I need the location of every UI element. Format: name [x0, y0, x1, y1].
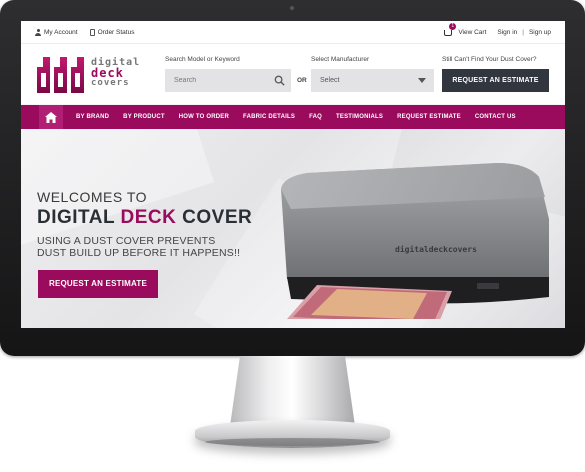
nav-item-contact-us[interactable]: CONTACT US — [468, 114, 523, 120]
nav-item-by-product[interactable]: BY PRODUCT — [116, 114, 172, 120]
website-screen: My Account Order Status 1 View Cart Sign… — [21, 21, 565, 328]
search-label: Search Model or Keyword — [165, 56, 240, 63]
manufacturer-selected-value: Select — [320, 77, 340, 84]
hero-request-estimate-button[interactable]: REQUEST AN ESTIMATE — [38, 270, 158, 298]
nav-item-testimonials[interactable]: TESTIMONIALS — [329, 114, 390, 120]
printer-dust-cover-image: digitaldeckcovers — [281, 163, 549, 319]
search-icon[interactable] — [274, 75, 285, 86]
user-icon — [35, 29, 41, 36]
manufacturer-label: Select Manufacturer — [311, 56, 370, 63]
sign-in-link[interactable]: Sign in — [497, 29, 517, 36]
logo[interactable]: digital deck covers — [35, 53, 145, 95]
logo-line-3: covers — [91, 78, 130, 88]
hero-title-highlight: DECK — [120, 207, 177, 228]
hero-banner: WELCOMES TO DIGITAL DECK COVER USING A D… — [21, 129, 565, 328]
divider: | — [522, 29, 524, 36]
chevron-down-icon — [418, 78, 426, 83]
my-account-label: My Account — [44, 29, 78, 36]
nav-item-faq[interactable]: FAQ — [302, 114, 329, 120]
monitor-bezel: My Account Order Status 1 View Cart Sign… — [0, 0, 585, 356]
monitor-stand-shadow — [205, 438, 380, 446]
manufacturer-select[interactable]: Select — [311, 69, 434, 92]
view-cart-label: View Cart — [458, 29, 487, 36]
hero-title-part-1: DIGITAL — [37, 207, 121, 228]
site-header: digital deck covers Search Model or Keyw… — [21, 44, 565, 104]
document-icon — [89, 29, 95, 36]
nav-item-request-estimate[interactable]: REQUEST ESTIMATE — [390, 114, 468, 120]
my-account-link[interactable]: My Account — [35, 29, 78, 36]
hero-tagline: USING A DUST COVER PREVENTS DUST BUILD U… — [37, 235, 241, 259]
webcam — [290, 6, 294, 10]
monitor-stand-neck — [230, 356, 355, 426]
main-nav: BY BRAND BY PRODUCT HOW TO ORDER FABRIC DET… — [21, 105, 565, 129]
estimate-prompt: Still Can't Find Your Dust Cover? — [442, 56, 537, 63]
or-text: OR — [297, 77, 307, 84]
home-button[interactable] — [39, 105, 63, 129]
order-status-link[interactable]: Order Status — [89, 29, 135, 36]
search-input[interactable] — [165, 69, 261, 92]
logo-mark-icon — [37, 57, 84, 93]
home-icon — [45, 111, 57, 123]
sign-up-link[interactable]: Sign up — [529, 29, 551, 36]
nav-item-by-brand[interactable]: BY BRAND — [69, 114, 116, 120]
cart-count-badge: 1 — [449, 22, 457, 30]
search-box — [165, 69, 291, 92]
utility-bar: My Account Order Status 1 View Cart Sign… — [21, 21, 565, 44]
hero-title-part-2: COVER — [176, 207, 253, 228]
nav-item-fabric-details[interactable]: FABRIC DETAILS — [236, 114, 302, 120]
logo-wordmark: digital deck covers — [91, 58, 140, 89]
nav-items: BY BRAND BY PRODUCT HOW TO ORDER FABRIC DET… — [69, 114, 523, 120]
hero-title: DIGITAL DECK COVER — [37, 207, 252, 229]
cart-icon: 1 — [444, 22, 457, 36]
nav-item-how-to-order[interactable]: HOW TO ORDER — [172, 114, 236, 120]
logo-line-2: deck — [91, 66, 124, 80]
view-cart-link[interactable]: 1 View Cart — [444, 22, 487, 36]
cover-brand-label: digitaldeckcovers — [395, 244, 477, 254]
order-status-label: Order Status — [97, 29, 135, 36]
hero-welcome: WELCOMES TO — [37, 189, 148, 205]
request-estimate-button[interactable]: REQUEST AN ESTIMATE — [442, 69, 549, 92]
